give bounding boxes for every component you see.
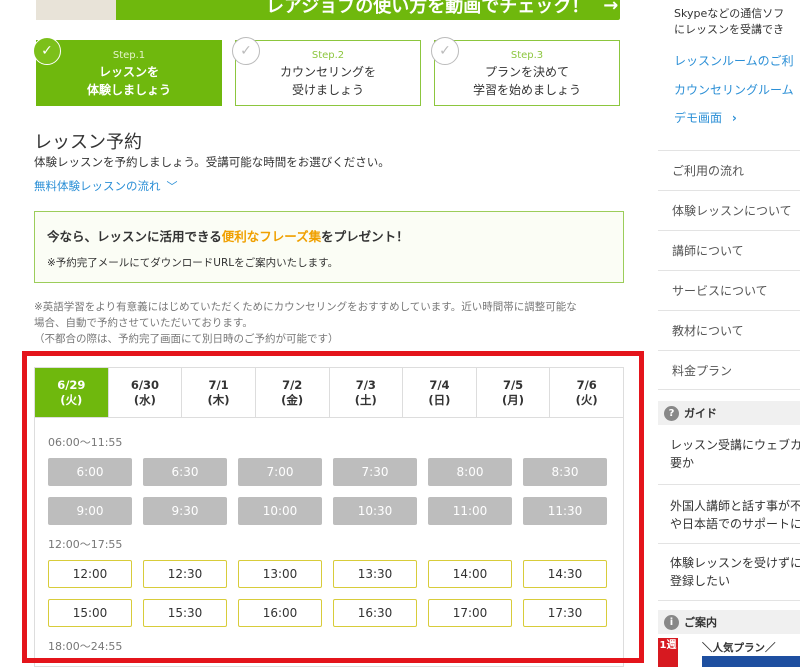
step-text-line2: 体験しましょう — [86, 83, 171, 97]
present-text: 今なら、レッスンに活用できる — [47, 229, 222, 244]
step-number: Step.2 — [311, 50, 345, 61]
step-text-line1: プランを決めて — [484, 65, 569, 79]
guide-item-line: レッスン受講にウェブカ — [670, 438, 800, 452]
banner-text: レアジョブの使い方を動画でチェック！ — [266, 0, 590, 17]
demo-screen-link-text: デモ画面 — [674, 111, 723, 125]
counseling-room-link[interactable]: カウンセリングルーム — [674, 81, 794, 98]
info-title: ご案内 — [684, 616, 717, 629]
step-3: ✓ Step.3 プランを決めて 学習を始めましょう — [431, 37, 620, 106]
guide-item-line: 外国人講師と話す事が不 — [670, 499, 800, 513]
main-column: レアジョブの使い方を動画でチェック！ → ✓ Step.1 レッスンを 体験しま… — [0, 0, 644, 667]
present-note: ※予約完了メールにてダウンロードURLをご案内いたします。 — [47, 257, 339, 269]
note-line: ※英語学習をより有意義にはじめていただくためにカウンセリングをおすすめしています… — [34, 301, 577, 313]
guide-item-webcam[interactable]: レッスン受講にウェブカ 要か — [658, 426, 800, 485]
highlight-frame — [22, 351, 644, 663]
present-text: をプレゼント！ — [321, 229, 409, 244]
guide-header: ? ガイド — [658, 401, 800, 425]
sidebar-menu-item[interactable]: 体験レッスンについて — [658, 190, 800, 230]
counseling-note: ※英語学習をより有意義にはじめていただくためにカウンセリングをおすすめしています… — [34, 299, 630, 347]
guide-item-line: 要か — [670, 456, 695, 470]
sidebar-text-line: Skypeなどの通信ソフ — [674, 7, 785, 20]
guide-item-line: 登録したい — [670, 574, 731, 588]
video-guide-banner[interactable]: レアジョブの使い方を動画でチェック！ → — [36, 0, 620, 20]
check-icon: ✓ — [431, 37, 459, 65]
step-1: ✓ Step.1 レッスンを 体験しましょう — [33, 37, 222, 106]
sidebar-text-line: にレッスンを受講でき — [674, 23, 784, 36]
guide-item-register[interactable]: 体験レッスンを受けずに 登録したい — [658, 544, 800, 601]
info-icon: i — [664, 614, 679, 630]
note-line: 場合、自動で予約させていただいております。 — [34, 317, 253, 329]
step-number: Step.1 — [112, 50, 146, 61]
step-indicator: ✓ Step.1 レッスンを 体験しましょう ✓ Step.2 カウンセリングを… — [33, 37, 620, 106]
lesson-room-link[interactable]: レッスンルームのご利 — [674, 52, 794, 69]
demo-screen-link[interactable]: デモ画面 › — [674, 109, 737, 126]
sidebar-menu-item[interactable]: 講師について — [658, 230, 800, 270]
trial-flow-link-text: 無料体験レッスンの流れ — [34, 179, 161, 193]
note-line: （不都合の際は、予約完了画面にて別日時のご予約が可能です） — [34, 333, 339, 345]
sidebar-menu-item[interactable]: サービスについて — [658, 270, 800, 310]
present-notice: 今なら、レッスンに活用できる便利なフレーズ集をプレゼント！ ※予約完了メールにて… — [34, 211, 624, 283]
guide-title: ガイド — [684, 407, 717, 420]
guide-item-support[interactable]: 外国人講師と話す事が不 や日本語でのサポートに — [658, 485, 800, 544]
trial-flow-link[interactable]: 無料体験レッスンの流れ ﹀ — [34, 178, 178, 194]
plan-badge: 1週 — [658, 638, 678, 667]
plan-badge-text: ＼人気プラン／ — [702, 642, 776, 654]
page-subtitle: 体験レッスンを予約しましょう。受講可能な時間をお選びください。 — [34, 155, 390, 169]
check-icon: ✓ — [232, 37, 260, 65]
present-headline: 今なら、レッスンに活用できる便利なフレーズ集をプレゼント！ — [47, 226, 611, 245]
chevron-down-icon: ﹀ — [166, 180, 178, 193]
plan-banner-image — [702, 656, 800, 667]
sidebar-menu-item[interactable]: 料金プラン — [658, 350, 800, 390]
chevron-right-icon: › — [731, 111, 737, 125]
banner-photo — [36, 0, 116, 20]
sidebar-menu-item[interactable]: 教材について — [658, 310, 800, 350]
step-text-line1: レッスンを — [98, 65, 159, 79]
sidebar-info-card: Skypeなどの通信ソフ にレッスンを受講でき レッスンルームのご利 カウンセリ… — [658, 0, 800, 138]
sidebar-description: Skypeなどの通信ソフ にレッスンを受講でき — [674, 6, 784, 38]
step-text-line2: 学習を始めましょう — [472, 83, 581, 97]
arrow-right-icon: → — [603, 0, 619, 16]
plan-promo[interactable]: 1週 ＼人気プラン／ — [658, 638, 800, 667]
guide-item-line: 体験レッスンを受けずに — [670, 556, 800, 570]
info-header: i ご案内 — [658, 610, 800, 634]
check-icon: ✓ — [33, 37, 61, 65]
guide-item-line: や日本語でのサポートに — [670, 517, 800, 531]
page-title: レッスン予約 — [34, 132, 142, 153]
sidebar-menu-item[interactable]: ご利用の流れ — [658, 150, 800, 190]
question-icon: ? — [664, 405, 679, 421]
step-2: ✓ Step.2 カウンセリングを 受けましょう — [232, 37, 421, 106]
right-sidebar: Skypeなどの通信ソフ にレッスンを受講でき レッスンルームのご利 カウンセリ… — [658, 0, 800, 667]
sidebar-menu: ご利用の流れ 体験レッスンについて 講師について サービスについて 教材について 料金プラ… — [658, 150, 800, 390]
step-number: Step.3 — [510, 50, 544, 61]
step-text-line2: 受けましょう — [291, 83, 364, 97]
step-text-line1: カウンセリングを — [279, 65, 376, 79]
present-highlight: 便利なフレーズ集 — [221, 229, 322, 244]
